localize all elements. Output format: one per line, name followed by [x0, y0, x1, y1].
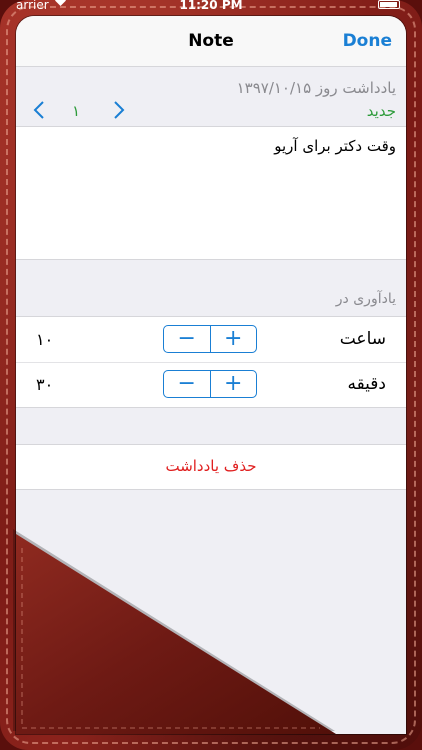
- clock: 11:20 PM: [179, 0, 243, 12]
- chevron-right-icon[interactable]: [106, 98, 130, 122]
- minute-increment-button[interactable]: +: [211, 371, 257, 397]
- reminder-section-label: یادآوری در: [335, 291, 396, 307]
- note-date-label: یادداشت روز ۱۳۹۷/۱۰/۱۵: [236, 79, 396, 97]
- minute-row: ۳۰ − + دقیقه: [16, 362, 406, 407]
- hour-row: ۱۰ − + ساعت: [16, 317, 406, 363]
- minute-label: دقیقه: [347, 374, 386, 394]
- delete-note-label: حذف یادداشت: [165, 457, 257, 475]
- minute-value: ۳۰: [36, 375, 54, 394]
- navigation-bar: Note Done: [16, 16, 406, 67]
- note-status-label: جدید: [366, 102, 396, 120]
- minute-stepper[interactable]: − +: [163, 370, 257, 398]
- reminder-group: ۱۰ − + ساعت ۳۰ − + دقیقه: [16, 316, 406, 408]
- battery-icon: [378, 0, 400, 9]
- minute-decrement-button[interactable]: −: [164, 371, 211, 397]
- hour-value: ۱۰: [36, 330, 54, 349]
- hour-increment-button[interactable]: +: [211, 326, 257, 352]
- done-button[interactable]: Done: [343, 31, 392, 51]
- status-bar: arrier 11:20 PM: [0, 0, 422, 14]
- note-text: وقت دکتر برای آریو: [274, 137, 396, 155]
- hour-label: ساعت: [339, 329, 386, 349]
- hour-decrement-button[interactable]: −: [164, 326, 211, 352]
- delete-note-button[interactable]: حذف یادداشت: [16, 444, 406, 490]
- note-screen: Note Done یادداشت روز ۱۳۹۷/۱۰/۱۵ جدید ۱ …: [16, 16, 406, 734]
- note-text-area[interactable]: وقت دکتر برای آریو: [16, 126, 406, 260]
- chevron-left-icon[interactable]: [28, 98, 52, 122]
- hour-stepper[interactable]: − +: [163, 325, 257, 353]
- page-number: ۱: [72, 102, 81, 120]
